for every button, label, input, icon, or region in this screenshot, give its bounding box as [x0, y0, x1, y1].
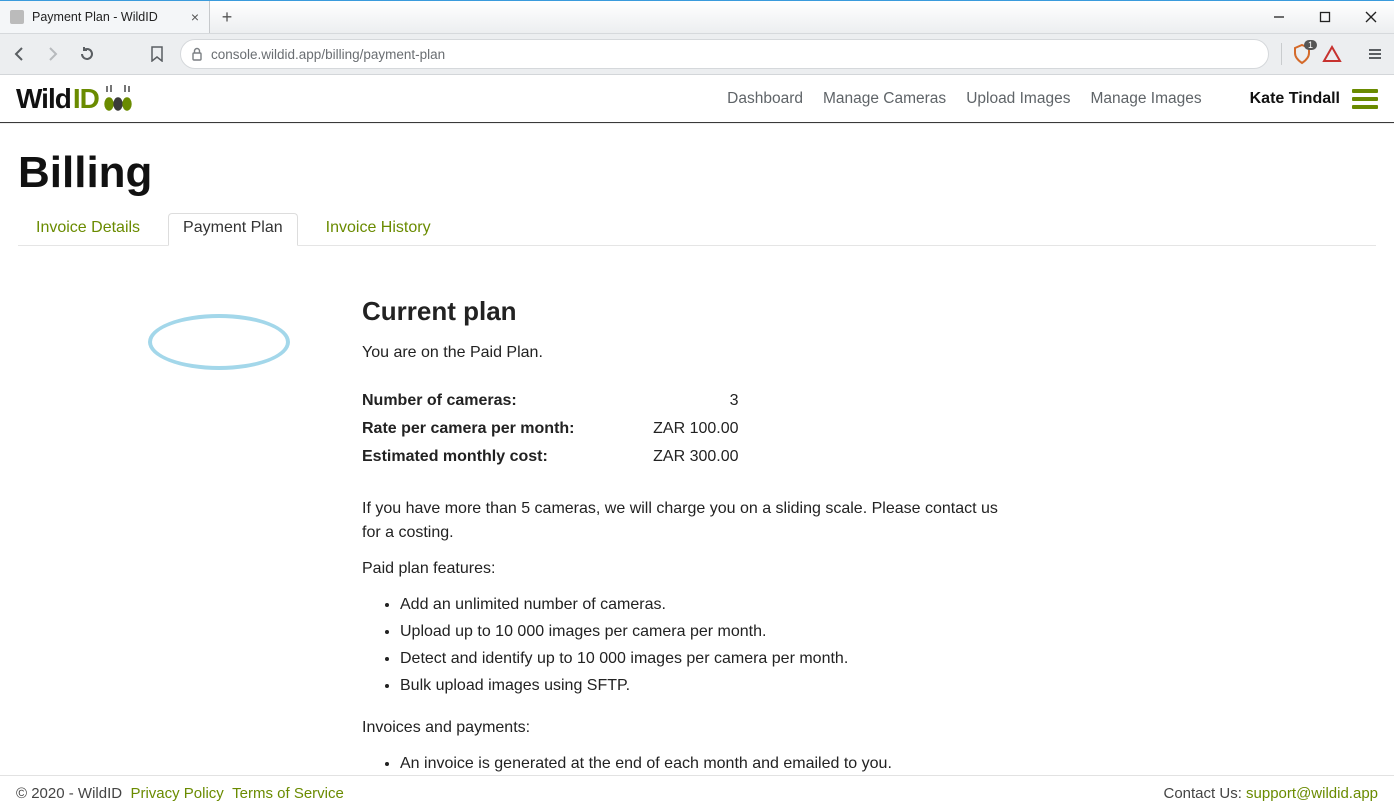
tab-invoice-history[interactable]: Invoice History — [324, 213, 433, 245]
browser-menu-button[interactable] — [1364, 43, 1386, 65]
logo-animals-icon — [101, 84, 135, 114]
list-item: Bulk upload images using SFTP. — [400, 674, 1042, 698]
invoices-heading: Invoices and payments: — [362, 716, 1012, 740]
close-icon — [1365, 11, 1377, 23]
logo-text-2: ID — [73, 83, 99, 115]
footer-privacy-link[interactable]: Privacy Policy — [130, 785, 223, 802]
brave-bat-icon[interactable] — [1322, 45, 1342, 63]
table-row: Rate per camera per month: ZAR 100.00 — [362, 415, 739, 443]
billing-tabs: Invoice Details Payment Plan Invoice His… — [18, 212, 1376, 246]
list-item: Detect and identify up to 10 000 images … — [400, 647, 1042, 671]
list-item: Upload up to 10 000 images per camera pe… — [400, 620, 1042, 644]
tab-favicon-icon — [10, 10, 24, 24]
minimize-icon — [1273, 11, 1285, 23]
footer-contact-email[interactable]: support@wildid.app — [1246, 785, 1378, 802]
logo[interactable]: WildID — [16, 83, 135, 115]
maximize-icon — [1319, 11, 1331, 23]
rate-label: Rate per camera per month: — [362, 415, 619, 443]
invoices-list: An invoice is generated at the end of ea… — [400, 752, 1042, 775]
features-heading: Paid plan features: — [362, 557, 1012, 581]
nav-upload-images[interactable]: Upload Images — [966, 90, 1070, 108]
bookmark-button[interactable] — [146, 43, 168, 65]
window-controls — [1256, 1, 1394, 33]
app-header: WildID Dashboard Manage Cameras Upload I… — [0, 75, 1394, 123]
list-item: An invoice is generated at the end of ea… — [400, 752, 1042, 775]
address-bar[interactable]: console.wildid.app/billing/payment-plan — [180, 39, 1269, 69]
main-nav: Dashboard Manage Cameras Upload Images M… — [727, 89, 1378, 109]
footer-copyright: © 2020 - WildID — [16, 785, 122, 802]
forward-icon — [45, 46, 61, 62]
back-button[interactable] — [8, 43, 30, 65]
tab-title: Payment Plan - WildID — [32, 10, 158, 24]
menu-icon — [1367, 46, 1383, 62]
table-row: Number of cameras: 3 — [362, 387, 739, 415]
nav-manage-cameras[interactable]: Manage Cameras — [823, 90, 946, 108]
footer: © 2020 - WildID Privacy Policy Terms of … — [0, 775, 1394, 811]
current-plan-heading: Current plan — [362, 292, 1042, 331]
minimize-button[interactable] — [1256, 1, 1302, 33]
app-menu-button[interactable] — [1352, 89, 1378, 109]
tab-invoice-details[interactable]: Invoice Details — [34, 213, 142, 245]
close-tab-icon[interactable]: × — [191, 9, 199, 25]
nav-manage-images[interactable]: Manage Images — [1090, 90, 1201, 108]
table-row: Estimated monthly cost: ZAR 300.00 — [362, 443, 739, 471]
window-titlebar: Payment Plan - WildID × + — [0, 0, 1394, 34]
back-icon — [11, 46, 27, 62]
reload-button[interactable] — [76, 43, 98, 65]
page-viewport[interactable]: Billing Invoice Details Payment Plan Inv… — [0, 123, 1394, 775]
shield-badge: 1 — [1304, 40, 1317, 50]
maximize-button[interactable] — [1302, 1, 1348, 33]
bookmark-icon — [150, 46, 164, 62]
footer-contact-label: Contact Us: — [1164, 785, 1247, 802]
tab-payment-plan[interactable]: Payment Plan — [168, 213, 298, 246]
footer-terms-link[interactable]: Terms of Service — [232, 785, 344, 802]
reload-icon — [79, 46, 95, 62]
annotation-ellipse — [148, 314, 290, 370]
rate-value: ZAR 100.00 — [619, 415, 739, 443]
extension-icons: 1 — [1281, 43, 1342, 65]
brave-shield-icon[interactable]: 1 — [1292, 43, 1312, 65]
cost-value: ZAR 300.00 — [619, 443, 739, 471]
plan-description: You are on the Paid Plan. — [362, 341, 1042, 365]
plan-details-table: Number of cameras: 3 Rate per camera per… — [362, 387, 739, 471]
close-window-button[interactable] — [1348, 1, 1394, 33]
list-item: Add an unlimited number of cameras. — [400, 593, 1042, 617]
features-list: Add an unlimited number of cameras. Uplo… — [400, 593, 1042, 698]
plan-content: Current plan You are on the Paid Plan. N… — [362, 292, 1042, 775]
url-text: console.wildid.app/billing/payment-plan — [211, 47, 445, 62]
page-title: Billing — [18, 148, 1376, 198]
nav-dashboard[interactable]: Dashboard — [727, 90, 803, 108]
cost-label: Estimated monthly cost: — [362, 443, 619, 471]
lock-icon — [191, 47, 203, 61]
sliding-scale-note: If you have more than 5 cameras, we will… — [362, 497, 1012, 545]
new-tab-button[interactable]: + — [210, 1, 244, 33]
logo-text-1: Wild — [16, 83, 71, 115]
cameras-value: 3 — [619, 387, 739, 415]
user-name[interactable]: Kate Tindall — [1250, 90, 1340, 108]
browser-toolbar: console.wildid.app/billing/payment-plan … — [0, 34, 1394, 75]
browser-tab[interactable]: Payment Plan - WildID × — [0, 1, 210, 33]
cameras-label: Number of cameras: — [362, 387, 619, 415]
forward-button[interactable] — [42, 43, 64, 65]
